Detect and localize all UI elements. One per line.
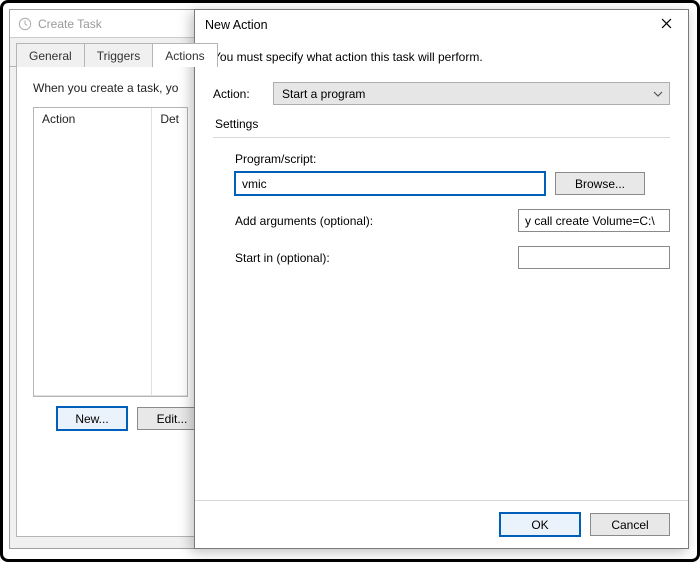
settings-divider xyxy=(213,137,670,138)
close-button[interactable] xyxy=(644,10,688,40)
new-button[interactable]: New... xyxy=(57,407,127,430)
chevron-down-icon xyxy=(653,89,663,99)
arguments-label: Add arguments (optional): xyxy=(235,214,373,228)
tab-general[interactable]: General xyxy=(16,43,85,67)
arguments-input[interactable] xyxy=(518,209,670,232)
action-select[interactable]: Start a program xyxy=(273,82,670,105)
clock-icon xyxy=(18,17,32,31)
browse-button[interactable]: Browse... xyxy=(555,172,645,195)
startin-input[interactable] xyxy=(518,246,670,269)
new-action-window: New Action You must specify what action … xyxy=(194,9,689,549)
instruction-text: You must specify what action this task w… xyxy=(213,50,670,64)
new-action-title: New Action xyxy=(205,18,268,32)
tab-triggers[interactable]: Triggers xyxy=(84,43,154,67)
column-action[interactable]: Action xyxy=(34,108,152,396)
close-icon xyxy=(661,18,672,32)
tab-actions[interactable]: Actions xyxy=(152,43,217,67)
create-task-title: Create Task xyxy=(38,17,102,31)
ok-button[interactable]: OK xyxy=(500,513,580,536)
startin-label: Start in (optional): xyxy=(235,251,330,265)
dialog-footer: OK Cancel xyxy=(195,500,688,548)
action-select-value: Start a program xyxy=(282,87,365,101)
actions-table[interactable]: Action Det xyxy=(33,107,188,397)
program-input[interactable] xyxy=(235,172,545,195)
settings-group-label: Settings xyxy=(215,117,670,131)
column-details[interactable]: Det xyxy=(152,108,187,396)
program-label: Program/script: xyxy=(235,152,670,166)
cancel-button[interactable]: Cancel xyxy=(590,513,670,536)
action-label: Action: xyxy=(213,87,273,101)
new-action-titlebar: New Action xyxy=(195,10,688,40)
